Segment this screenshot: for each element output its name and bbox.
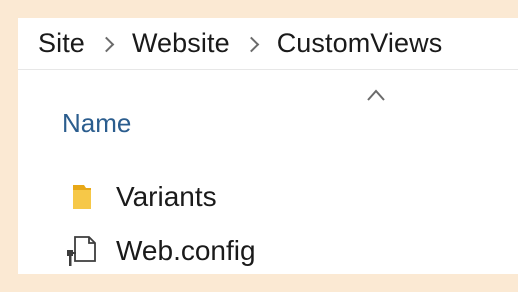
breadcrumb: Site Website CustomViews (18, 18, 518, 70)
file-explorer-pane: Site Website CustomViews Name Variants W… (18, 18, 518, 274)
column-header-name[interactable]: Name (62, 108, 131, 139)
file-name: Variants (116, 181, 217, 212)
config-file-icon (64, 231, 100, 271)
folder-icon (64, 177, 100, 217)
breadcrumb-separator-icon[interactable] (243, 36, 259, 53)
breadcrumb-item-customviews[interactable]: CustomViews (277, 28, 443, 59)
breadcrumb-item-website[interactable]: Website (132, 28, 230, 59)
file-name: Web.config (116, 235, 256, 266)
list-item-web-config[interactable]: Web.config (64, 231, 256, 271)
sort-ascending-icon (367, 89, 385, 101)
breadcrumb-separator-icon[interactable] (98, 36, 115, 53)
list-item-variants[interactable]: Variants (64, 177, 217, 217)
breadcrumb-item-site[interactable]: Site (38, 28, 85, 59)
